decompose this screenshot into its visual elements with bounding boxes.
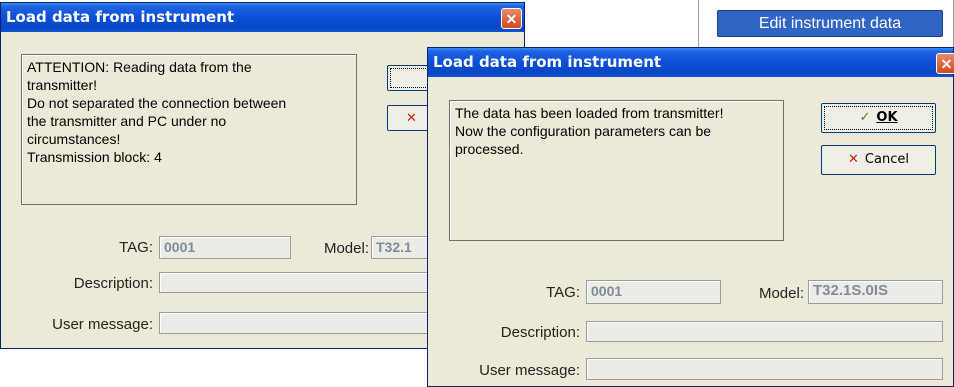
tag-field[interactable]: 0001 <box>159 236 291 259</box>
model-label: Model: <box>758 285 804 302</box>
dialog-title: Load data from instrument <box>428 48 953 77</box>
cancel-button[interactable]: ✕ Cancel <box>821 145 936 175</box>
tag-label: TAG: <box>546 284 580 301</box>
message-box: The data has been loaded from transmitte… <box>449 100 784 241</box>
x-icon: ✕ <box>848 152 859 167</box>
message-line: transmitter! <box>27 77 98 93</box>
model-label: Model: <box>323 240 369 257</box>
description-field[interactable] <box>159 272 459 293</box>
message-line: the transmitter and PC under no <box>27 113 227 129</box>
message-line: Do not separated the connection between <box>27 95 287 111</box>
ok-button[interactable]: ✓ OK <box>821 103 936 133</box>
description-field[interactable] <box>586 321 943 342</box>
close-icon[interactable]: ✕ <box>501 8 522 29</box>
check-icon: ✓ <box>859 110 871 125</box>
message-line: circumstances! <box>27 131 121 147</box>
tag-field[interactable]: 0001 <box>586 280 721 304</box>
user-message-field[interactable] <box>586 358 943 380</box>
cancel-button-label: Cancel <box>864 152 909 167</box>
load-data-dialog-foreground: Load data from instrument ✕ The data has… <box>427 47 954 387</box>
dialog-title: Load data from instrument <box>1 3 524 32</box>
user-message-label: User message: <box>52 316 153 333</box>
description-label: Description: <box>73 275 153 292</box>
tag-label: TAG: <box>119 239 153 256</box>
x-icon: ✕ <box>406 111 417 126</box>
message-line: processed. <box>455 141 524 157</box>
message-line: Transmission block: 4 <box>27 149 162 165</box>
close-icon[interactable]: ✕ <box>936 53 954 74</box>
user-message-field[interactable] <box>159 312 459 334</box>
message-line: Now the configuration parameters can be <box>455 123 712 139</box>
message-line: ATTENTION: Reading data from the <box>27 59 252 75</box>
model-field[interactable]: T32.1S.0IS <box>808 280 943 304</box>
description-label: Description: <box>500 324 580 341</box>
menu-item-edit-instrument-data[interactable]: Edit instrument data <box>717 10 943 37</box>
message-line: The data has been loaded from transmitte… <box>455 105 724 121</box>
user-message-label: User message: <box>479 362 580 379</box>
ok-button-label: OK <box>876 110 898 125</box>
message-box: ATTENTION: Reading data from the transmi… <box>21 54 357 205</box>
